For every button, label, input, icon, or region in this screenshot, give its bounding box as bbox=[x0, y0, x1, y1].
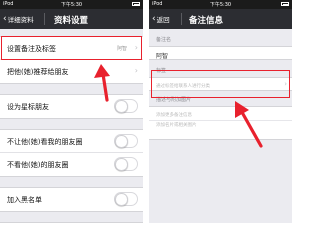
toggle-knob bbox=[115, 135, 128, 148]
nav-divider bbox=[181, 13, 182, 25]
left-phone-screen: iPod 下午5:30 ‹ 详细资料 资料设置 设置备注及标签 阿智 › 把他(… bbox=[0, 0, 143, 223]
annotation-highlight-box bbox=[151, 70, 290, 98]
star-friend-label: 设为星标朋友 bbox=[7, 103, 49, 111]
recommend-row[interactable]: 把他(她)推荐给朋友 › bbox=[0, 60, 143, 83]
blacklist-row: 加入黑名单 bbox=[0, 188, 143, 211]
status-time: 下午5:30 bbox=[209, 2, 232, 8]
nav-bar: ‹ 返回 备注信息 bbox=[149, 9, 292, 29]
back-arrow-icon: ‹ bbox=[152, 13, 156, 24]
status-bar: iPod 下午5:30 bbox=[149, 0, 292, 9]
annotation-arrow-icon bbox=[94, 64, 110, 102]
back-label: 详细资料 bbox=[7, 16, 34, 24]
remark-name-field[interactable]: 阿智 bbox=[149, 46, 292, 60]
back-button[interactable]: ‹ 返回 bbox=[152, 14, 170, 24]
description-field[interactable]: 添加更多备注信息 添加名片或相关图片 bbox=[149, 106, 292, 140]
nav-divider bbox=[44, 13, 45, 25]
status-time: 下午5:30 bbox=[60, 2, 83, 8]
toggle-knob bbox=[115, 193, 128, 206]
hide-my-moments-label: 不让他(她)看我的朋友圈 bbox=[7, 138, 83, 146]
toggle-knob bbox=[115, 100, 128, 113]
toggle-knob bbox=[115, 158, 128, 171]
hide-their-moments-label: 不看他(她)的朋友圈 bbox=[7, 161, 69, 169]
remark-name-section-label: 备注名 bbox=[156, 37, 172, 43]
right-phone-screen: iPod 下午5:30 ‹ 返回 备注信息 备注名 阿智 标签 通过标签给联系人… bbox=[149, 0, 292, 223]
recommend-label: 把他(她)推荐给朋友 bbox=[7, 68, 69, 76]
description-placeholder: 添加更多备注信息 bbox=[156, 113, 192, 118]
page-title: 资料设置 bbox=[54, 16, 89, 26]
blacklist-label: 加入黑名单 bbox=[7, 196, 42, 204]
annotation-highlight-box bbox=[1, 36, 142, 60]
annotation-arrow-icon bbox=[235, 101, 263, 148]
back-label: 返回 bbox=[156, 16, 170, 24]
hide-my-moments-toggle[interactable] bbox=[114, 134, 138, 148]
settings-group-2: 设为星标朋友 bbox=[0, 94, 143, 119]
battery-icon bbox=[281, 2, 289, 6]
hide-my-moments-row: 不让他(她)看我的朋友圈 bbox=[0, 130, 143, 153]
remark-name-value: 阿智 bbox=[156, 53, 169, 60]
chevron-right-icon: › bbox=[134, 66, 138, 75]
nav-bar: ‹ 详细资料 资料设置 bbox=[0, 9, 143, 29]
star-friend-row: 设为星标朋友 bbox=[0, 95, 143, 118]
status-bar: iPod 下午5:30 bbox=[0, 0, 143, 9]
back-button[interactable]: ‹ 详细资料 bbox=[3, 14, 34, 24]
divider bbox=[149, 120, 292, 121]
hide-their-moments-row: 不看他(她)的朋友圈 bbox=[0, 153, 143, 176]
hide-their-moments-toggle[interactable] bbox=[114, 157, 138, 171]
back-arrow-icon: ‹ bbox=[3, 13, 7, 24]
page-title: 备注信息 bbox=[189, 16, 224, 26]
attach-image-placeholder: 添加名片或相关图片 bbox=[156, 123, 197, 128]
settings-group-4: 加入黑名单 bbox=[0, 187, 143, 212]
settings-group-3: 不让他(她)看我的朋友圈 不看他(她)的朋友圈 bbox=[0, 129, 143, 177]
blacklist-toggle[interactable] bbox=[114, 192, 138, 206]
settings-group-5: 投诉 › bbox=[0, 222, 143, 223]
star-friend-toggle[interactable] bbox=[114, 99, 138, 113]
battery-icon bbox=[132, 2, 140, 6]
